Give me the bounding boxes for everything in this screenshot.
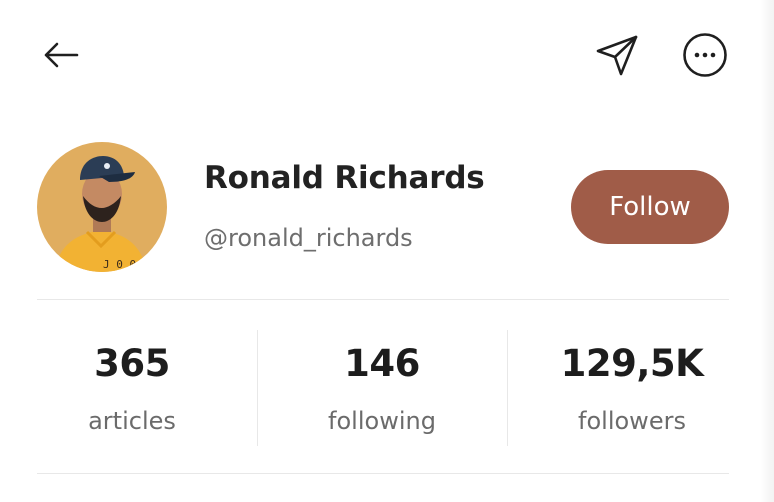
stat-label: following — [328, 407, 436, 435]
stat-divider — [507, 330, 508, 446]
share-button[interactable] — [592, 30, 642, 80]
stats-row: 365 articles 146 following 129,5K follow… — [7, 330, 757, 446]
more-horizontal-circle-icon — [683, 33, 727, 77]
follow-button[interactable]: Follow — [571, 170, 729, 244]
svg-text:J 0 0: J 0 0 — [103, 258, 136, 271]
stat-following[interactable]: 146 following — [257, 330, 507, 446]
divider — [37, 299, 729, 300]
profile-screen: J 0 0 Ronald Richards @ronald_richards F… — [0, 0, 774, 502]
avatar-photo: J 0 0 — [37, 142, 167, 272]
stat-value: 129,5K — [560, 342, 704, 385]
stat-value: 365 — [94, 342, 170, 385]
stat-followers[interactable]: 129,5K followers — [507, 330, 757, 446]
stat-label: followers — [578, 407, 686, 435]
stat-divider — [257, 330, 258, 446]
avatar[interactable]: J 0 0 — [37, 142, 167, 272]
stat-label: articles — [88, 407, 176, 435]
send-icon — [596, 35, 638, 76]
right-edge-shadow — [760, 0, 774, 502]
back-button[interactable] — [38, 34, 84, 76]
profile-name: Ronald Richards — [204, 160, 485, 196]
divider — [37, 473, 729, 474]
more-options-button[interactable] — [680, 30, 730, 80]
stat-articles[interactable]: 365 articles — [7, 330, 257, 446]
profile-handle: @ronald_richards — [204, 224, 413, 252]
arrow-left-icon — [44, 42, 79, 68]
stat-value: 146 — [344, 342, 420, 385]
